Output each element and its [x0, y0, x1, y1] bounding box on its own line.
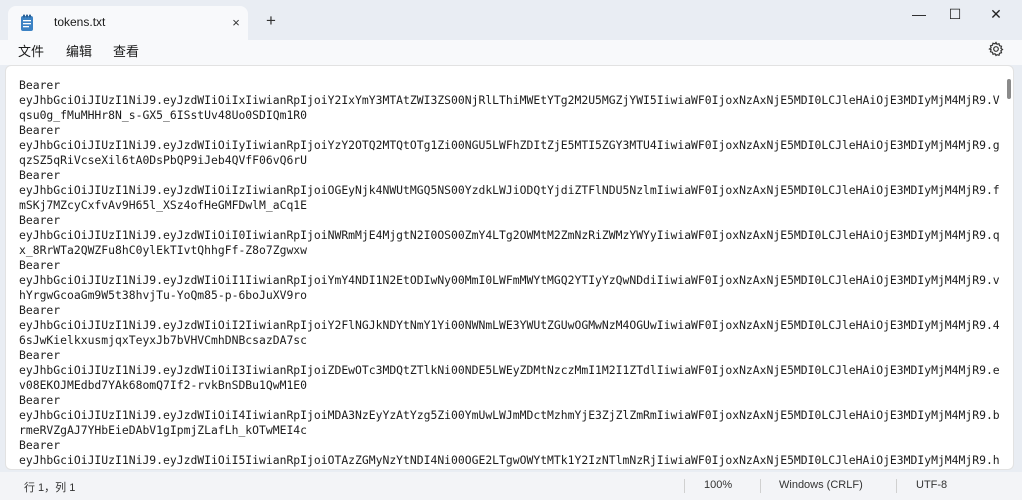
tab-close-icon[interactable]: × [226, 13, 246, 33]
notepad-icon [21, 14, 33, 31]
token-line[interactable]: hYrgwGcoaGm9W5t38hvjTu-YoQm85-p-6boJuXV9… [19, 288, 1001, 303]
token-line[interactable]: eyJhbGciOiJIUzI1NiJ9.eyJzdWIiOiIyIiwianR… [19, 138, 1001, 153]
cursor-position: 行 1，列 1 [24, 482, 76, 494]
token-line[interactable]: qzSZ5qRiVcseXil6tA0DsPbQP9iJeb4QVfF06vQ6… [19, 153, 1001, 168]
token-line[interactable]: eyJhbGciOiJIUzI1NiJ9.eyJzdWIiOiI0IiwianR… [19, 228, 1001, 243]
zoom-level[interactable]: 100% [704, 479, 732, 491]
maximize-icon[interactable]: ☐ [932, 0, 978, 28]
line-ending[interactable]: Windows (CRLF) [779, 479, 863, 491]
status-divider [896, 479, 897, 493]
close-icon[interactable]: ✕ [973, 0, 1019, 28]
title-bar: tokens.txt × + — ☐ ✕ [0, 0, 1022, 40]
token-line[interactable]: 6sJwKielkxusmjqxTeyxJb7bVHVCmhDNBcsazDA7… [19, 333, 1001, 348]
menu-bar: 文件 编辑 查看 [0, 40, 1022, 65]
menu-edit[interactable]: 编辑 [66, 41, 92, 60]
token-line[interactable]: eyJhbGciOiJIUzI1NiJ9.eyJzdWIiOiI2IiwianR… [19, 318, 1001, 333]
token-line[interactable]: x_8RrWTa2QWZFu8hC0ylEkTIvtQhhgFf-Z8o7Zgw… [19, 243, 1001, 258]
text-content[interactable]: Bearer eyJhbGciOiJIUzI1NiJ9.eyJzdWIiOiIxI… [19, 78, 1001, 468]
gear-icon[interactable] [988, 41, 1004, 57]
bearer-label-line[interactable]: Bearer [19, 78, 1001, 93]
editor[interactable]: Bearer eyJhbGciOiJIUzI1NiJ9.eyJzdWIiOiIxI… [5, 65, 1014, 470]
token-line[interactable]: v08EKOJMEdbd7YAk68omQ7If2-rvkBnSDBu1QwM1… [19, 378, 1001, 393]
token-line[interactable]: eyJhbGciOiJIUzI1NiJ9.eyJzdWIiOiI3IiwianR… [19, 363, 1001, 378]
bearer-label-line[interactable]: Bearer [19, 168, 1001, 183]
new-tab-icon[interactable]: + [260, 10, 282, 32]
encoding[interactable]: UTF-8 [916, 479, 947, 491]
token-line[interactable]: eyJhbGciOiJIUzI1NiJ9.eyJzdWIiOiIxIiwianR… [19, 93, 1001, 108]
bearer-label-line[interactable]: Bearer [19, 303, 1001, 318]
token-line[interactable]: eyJhbGciOiJIUzI1NiJ9.eyJzdWIiOiI1IiwianR… [19, 273, 1001, 288]
token-line[interactable]: qsu0g_fMuMHHr8N_s-GX5_6ISstUv48Uo0SDIQm1… [19, 108, 1001, 123]
menu-view[interactable]: 查看 [113, 41, 139, 60]
tab-tokens-txt[interactable]: tokens.txt × [8, 6, 248, 40]
bearer-label-line[interactable]: Bearer [19, 258, 1001, 273]
vertical-scrollbar[interactable] [1004, 66, 1013, 469]
status-divider [684, 479, 685, 493]
token-line[interactable]: eyJhbGciOiJIUzI1NiJ9.eyJzdWIiOiI4IiwianR… [19, 408, 1001, 423]
status-divider [760, 479, 761, 493]
token-line[interactable]: rmeRVZgAJ7YHbEieDAbV1gIpmjZLafLh_kOTwMEI… [19, 423, 1001, 438]
token-line[interactable]: eyJhbGciOiJIUzI1NiJ9.eyJzdWIiOiI5IiwianR… [19, 453, 1001, 468]
tab-title: tokens.txt [54, 15, 106, 29]
bearer-label-line[interactable]: Bearer [19, 438, 1001, 453]
bearer-label-line[interactable]: Bearer [19, 348, 1001, 363]
token-line[interactable]: mSKj7MZcyCxfvAv9H65l_XSz4ofHeGMFDwlM_aCq… [19, 198, 1001, 213]
bearer-label-line[interactable]: Bearer [19, 123, 1001, 138]
menu-file[interactable]: 文件 [18, 41, 44, 60]
token-line[interactable]: eyJhbGciOiJIUzI1NiJ9.eyJzdWIiOiIzIiwianR… [19, 183, 1001, 198]
bearer-label-line[interactable]: Bearer [19, 213, 1001, 228]
scrollbar-thumb[interactable] [1007, 79, 1011, 99]
status-bar: 行 1，列 1 100% Windows (CRLF) UTF-8 [0, 472, 1022, 500]
bearer-label-line[interactable]: Bearer [19, 393, 1001, 408]
